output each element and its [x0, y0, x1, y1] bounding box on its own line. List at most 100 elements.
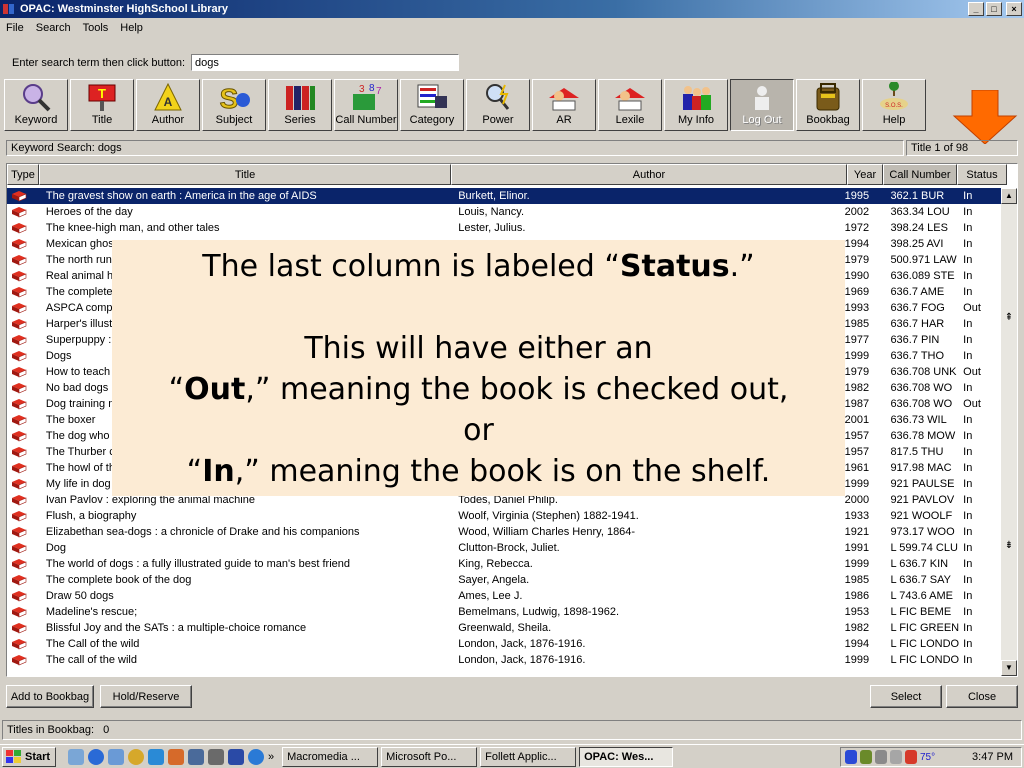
book-icon	[12, 639, 27, 650]
select-button[interactable]: Select	[870, 685, 942, 708]
maximize-button[interactable]: □	[986, 2, 1002, 16]
status-cell: In	[963, 206, 973, 218]
close-window-button[interactable]: ×	[1006, 2, 1022, 16]
col-year[interactable]: Year	[847, 164, 883, 185]
col-type[interactable]: Type	[7, 164, 39, 185]
status-cell: In	[963, 574, 973, 586]
call-number-label: Call Number	[335, 114, 397, 126]
overlay-text: .”	[729, 249, 755, 284]
table-row[interactable]: The call of the wild London, Jack, 1876-1…	[7, 652, 1001, 668]
search-input[interactable]	[191, 54, 460, 71]
power-button[interactable]: Power	[466, 79, 530, 131]
year-cell: 2002	[844, 206, 870, 218]
table-row[interactable]: Madeline's rescue; Bemelmans, Ludwig, 189…	[7, 604, 1001, 620]
more-icon[interactable]: »	[268, 751, 274, 763]
table-row[interactable]: The gravest show on earth : America in t…	[7, 188, 1001, 204]
table-row[interactable]: Elizabethan sea-dogs : a chronicle of Dr…	[7, 524, 1001, 540]
type-cell	[7, 638, 45, 650]
type-cell	[7, 574, 45, 586]
task-follett[interactable]: Follett Applic...	[480, 746, 577, 767]
keyword-button[interactable]: Keyword	[4, 79, 68, 131]
title-cell: The complete book of the dog	[45, 574, 192, 586]
title-cell: Draw 50 dogs	[45, 590, 114, 602]
table-row[interactable]: Draw 50 dogs Ames, Lee J. 1986 L 743.6 AME I…	[7, 588, 1001, 604]
subject-button[interactable]: S Subject	[202, 79, 266, 131]
menu-tools[interactable]: Tools	[77, 22, 115, 34]
col-title[interactable]: Title	[39, 164, 451, 185]
menu-help[interactable]: Help	[114, 22, 149, 34]
table-row[interactable]: Dog Clutton-Brock, Juliet. 1991 L 599.74 CL…	[7, 540, 1001, 556]
bookbag-button[interactable]: Bookbag	[796, 79, 860, 131]
add-to-bookbag-button[interactable]: Add to Bookbag	[6, 685, 94, 708]
printer-icon[interactable]	[890, 750, 902, 764]
year-cell: 1982	[844, 382, 870, 394]
vertical-scrollbar[interactable]: ▲ ⇞ ⇟ ▼	[1001, 188, 1017, 676]
lexile-button[interactable]: Lexile	[598, 79, 662, 131]
task-macromedia[interactable]: Macromedia ...	[282, 746, 379, 767]
ar-button[interactable]: AR	[532, 79, 596, 131]
system-tray: 75° 3:47 PM	[840, 747, 1022, 767]
volume-icon[interactable]	[875, 750, 887, 764]
desktop-icon[interactable]	[68, 748, 84, 765]
settings-icon[interactable]	[208, 748, 224, 765]
table-row[interactable]: The world of dogs : a fully illustrated …	[7, 556, 1001, 572]
shield-icon[interactable]	[845, 750, 857, 764]
messenger-icon[interactable]	[148, 748, 164, 765]
year-cell: 1993	[844, 302, 870, 314]
help-button[interactable]: S.O.S. Help	[862, 79, 926, 131]
hold-reserve-button[interactable]: Hold/Reserve	[100, 685, 192, 708]
tool-icon[interactable]	[188, 748, 204, 765]
call-number-cell: 500.971 LAW	[890, 254, 957, 266]
type-cell	[7, 270, 45, 282]
power-label: Power	[482, 114, 514, 126]
alert-icon[interactable]	[905, 750, 917, 764]
year-cell: 1957	[844, 430, 870, 442]
table-row[interactable]: The Call of the wild London, Jack, 1876-1…	[7, 636, 1001, 652]
task-opac[interactable]: OPAC: Wes...	[579, 746, 674, 767]
scroll-up-button[interactable]: ▲	[1001, 188, 1017, 204]
browser-icon[interactable]	[88, 748, 104, 765]
call-number-cell: L 743.6 AME	[890, 590, 954, 602]
table-row[interactable]: Blissful Joy and the SATs : a multiple-c…	[7, 620, 1001, 636]
minimize-button[interactable]: _	[968, 2, 984, 16]
title-button[interactable]: T Title	[70, 79, 134, 131]
category-button[interactable]: Category	[400, 79, 464, 131]
table-row[interactable]: The knee-high man, and other tales Lester…	[7, 220, 1001, 236]
my-info-button[interactable]: My Info	[664, 79, 728, 131]
call-number-icon: 387	[353, 83, 382, 110]
menu-search[interactable]: Search	[30, 22, 77, 34]
page-down-marker[interactable]: ⇟	[1001, 540, 1017, 552]
author-icon: A	[154, 82, 182, 111]
info-icon[interactable]	[248, 748, 264, 765]
menu-file[interactable]: File	[0, 22, 30, 34]
lexile-label: Lexile	[615, 114, 645, 126]
media-icon[interactable]	[128, 748, 144, 765]
overlay-text: “	[186, 454, 203, 489]
close-button[interactable]: Close	[946, 685, 1018, 708]
status-cell: In	[963, 238, 973, 250]
app-icon[interactable]	[168, 748, 184, 765]
book-icon	[12, 655, 27, 666]
page-up-marker[interactable]: ⇞	[1001, 312, 1017, 324]
start-button[interactable]: Start	[2, 746, 56, 767]
scroll-down-button[interactable]: ▼	[1001, 660, 1017, 676]
col-author[interactable]: Author	[451, 164, 847, 185]
table-row[interactable]: The complete book of the dog Sayer, Angel…	[7, 572, 1001, 588]
book-icon	[12, 223, 27, 234]
col-status[interactable]: Status	[957, 164, 1007, 185]
shortcut-icon[interactable]	[228, 748, 244, 765]
task-powerpoint[interactable]: Microsoft Po...	[381, 746, 478, 767]
series-button[interactable]: Series	[268, 79, 332, 131]
author-button[interactable]: A Author	[136, 79, 200, 131]
call-number-button[interactable]: 387 Call Number	[334, 79, 398, 131]
email-icon[interactable]	[108, 748, 124, 765]
network-icon[interactable]	[860, 750, 872, 764]
col-call-number[interactable]: Call Number	[883, 164, 957, 185]
log-out-button[interactable]: Log Out	[730, 79, 794, 131]
task-label: Microsoft Po...	[386, 750, 457, 763]
table-row[interactable]: Heroes of the day Louis, Nancy. 2002 363.34…	[7, 204, 1001, 220]
table-row[interactable]: Flush, a biography Woolf, Virginia (Steph…	[7, 508, 1001, 524]
call-number-cell: 636.7 HAR	[890, 318, 945, 330]
help-label: Help	[882, 114, 906, 126]
status-cell: In	[963, 590, 973, 602]
